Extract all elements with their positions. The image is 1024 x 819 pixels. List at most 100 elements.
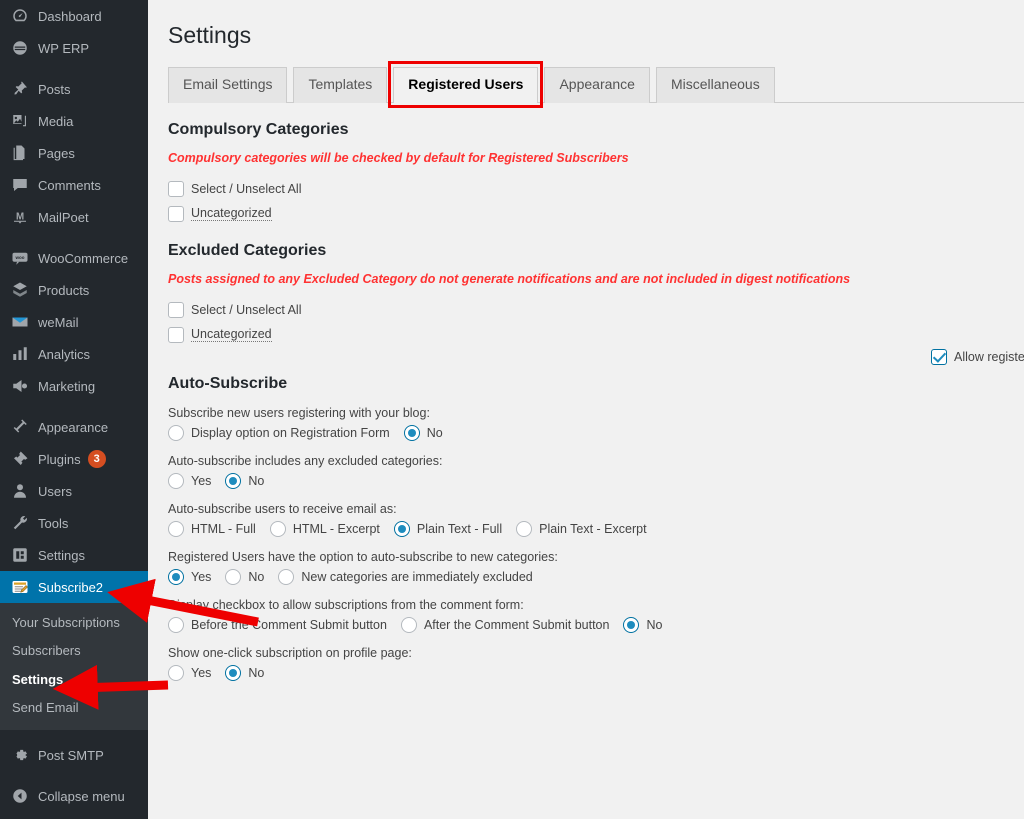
submenu-item-settings[interactable]: Settings bbox=[0, 666, 148, 694]
sidebar-item-dashboard[interactable]: Dashboard bbox=[0, 0, 148, 32]
svg-text:M: M bbox=[16, 211, 24, 222]
sidebar-item-label: Post SMTP bbox=[38, 747, 104, 763]
radio-button[interactable] bbox=[168, 664, 184, 681]
radio-button[interactable] bbox=[168, 520, 184, 537]
allow-registered-checkbox[interactable] bbox=[931, 349, 947, 365]
allow-registered-subscribe-row[interactable]: Allow registered users to subscribe to e… bbox=[931, 349, 1024, 365]
radio-option-no[interactable]: No bbox=[225, 472, 265, 489]
radio-button[interactable] bbox=[168, 424, 184, 441]
sidebar-item-marketing[interactable]: Marketing bbox=[0, 370, 148, 402]
sidebar-item-label: MailPoet bbox=[38, 209, 89, 225]
excluded-category-checkbox[interactable] bbox=[168, 326, 184, 343]
excluded-categories-heading: Excluded Categories bbox=[168, 241, 327, 259]
compulsory-category-label: Select / Unselect All bbox=[191, 181, 302, 196]
radio-button[interactable] bbox=[225, 472, 242, 489]
submenu-item-send-email[interactable]: Send Email bbox=[0, 694, 148, 722]
sidebar-item-media[interactable]: Media bbox=[0, 105, 148, 137]
radio-option-no[interactable]: No bbox=[623, 616, 662, 633]
tab-miscellaneous[interactable]: Miscellaneous bbox=[655, 67, 775, 103]
excluded-category-label: Select / Unselect All bbox=[191, 302, 302, 317]
excluded-category-row[interactable]: Uncategorized bbox=[168, 326, 1024, 343]
sidebar-item-products[interactable]: Products bbox=[0, 274, 148, 306]
radio-button[interactable] bbox=[278, 568, 295, 585]
radio-button[interactable] bbox=[393, 520, 410, 537]
radio-option-html-full[interactable]: HTML - Full bbox=[168, 520, 256, 537]
sidebar-item-post-smtp[interactable]: Post SMTP bbox=[0, 739, 148, 771]
radio-option-no[interactable]: No bbox=[225, 664, 264, 681]
auto-subscribe-radio-row: Display option on Registration Form No bbox=[168, 424, 1024, 441]
radio-button[interactable] bbox=[403, 424, 420, 441]
radio-button[interactable] bbox=[225, 664, 242, 681]
settings-icon bbox=[10, 545, 30, 565]
products-icon bbox=[10, 280, 30, 300]
sidebar-item-plugins[interactable]: Plugins 3 bbox=[0, 443, 148, 475]
radio-button[interactable] bbox=[400, 616, 417, 633]
radio-option-plain-text-excerpt[interactable]: Plain Text - Excerpt bbox=[516, 520, 647, 537]
radio-option-yes[interactable]: Yes bbox=[168, 568, 211, 585]
compulsory-category-checkbox[interactable] bbox=[168, 180, 184, 197]
menu-separator bbox=[0, 812, 148, 819]
excluded-category-row[interactable]: Select / Unselect All bbox=[168, 301, 1024, 318]
sidebar-item-wp-erp[interactable]: WP ERP bbox=[0, 32, 148, 64]
tab-email-settings[interactable]: Email Settings bbox=[168, 67, 288, 103]
radio-option-label: No bbox=[248, 473, 265, 488]
sidebar-item-woocommerce[interactable]: woo WooCommerce bbox=[0, 242, 148, 274]
radio-button[interactable] bbox=[168, 616, 184, 633]
auto-subscribe-radio-row: Yes No bbox=[168, 472, 1024, 489]
radio-option-label: HTML - Full bbox=[191, 521, 256, 536]
radio-option-label: Yes bbox=[191, 665, 212, 680]
submenu-item-your-subscriptions[interactable]: Your Subscriptions bbox=[0, 609, 148, 637]
radio-option-html-excerpt[interactable]: HTML - Excerpt bbox=[269, 520, 380, 537]
sidebar-item-label: Marketing bbox=[38, 378, 96, 394]
radio-option-display-option-on-registration-form[interactable]: Display option on Registration Form bbox=[168, 424, 390, 441]
sidebar-item-subscribe2[interactable]: Subscribe2 bbox=[0, 571, 148, 603]
radio-option-no[interactable]: No bbox=[403, 424, 443, 441]
tab-registered-users[interactable]: Registered Users bbox=[393, 67, 539, 103]
sidebar-item-tools[interactable]: Tools bbox=[0, 507, 148, 539]
sidebar-item-settings[interactable]: Settings bbox=[0, 539, 148, 571]
sidebar-item-analytics[interactable]: Analytics bbox=[0, 338, 148, 370]
radio-option-after-the-comment-submit-button[interactable]: After the Comment Submit button bbox=[400, 616, 609, 633]
radio-option-new-categories-are-immediately-excluded[interactable]: New categories are immediately excluded bbox=[278, 568, 533, 585]
pin-icon bbox=[10, 79, 30, 99]
radio-option-label: Plain Text - Excerpt bbox=[539, 521, 647, 536]
radio-button[interactable] bbox=[168, 568, 184, 585]
radio-button[interactable] bbox=[623, 616, 640, 633]
compulsory-category-row[interactable]: Uncategorized bbox=[168, 205, 1024, 222]
subscribe2-submenu: Your Subscriptions Subscribers Settings Sen… bbox=[0, 603, 148, 730]
sidebar-item-wemail[interactable]: weMail bbox=[0, 306, 148, 338]
radio-button[interactable] bbox=[269, 520, 286, 537]
radio-button[interactable] bbox=[225, 568, 242, 585]
sidebar-item-label: WP ERP bbox=[38, 40, 90, 56]
radio-option-before-the-comment-submit-button[interactable]: Before the Comment Submit button bbox=[168, 616, 387, 633]
wemail-icon bbox=[10, 312, 30, 332]
radio-button[interactable] bbox=[516, 520, 533, 537]
tab-appearance[interactable]: Appearance bbox=[544, 67, 650, 103]
sidebar-item-collapse-menu[interactable]: Collapse menu bbox=[0, 780, 148, 812]
compulsory-category-checkbox[interactable] bbox=[168, 205, 184, 222]
sidebar-item-pages[interactable]: Pages bbox=[0, 137, 148, 169]
radio-option-yes[interactable]: Yes bbox=[168, 472, 211, 489]
sidebar-item-posts[interactable]: Posts bbox=[0, 73, 148, 105]
sidebar-item-mailpoet[interactable]: M MailPoet bbox=[0, 201, 148, 233]
sidebar-item-label: Settings bbox=[38, 547, 85, 563]
excluded-category-checkbox[interactable] bbox=[168, 301, 184, 318]
radio-option-plain-text-full[interactable]: Plain Text - Full bbox=[393, 520, 502, 537]
compulsory-category-row[interactable]: Select / Unselect All bbox=[168, 180, 1024, 197]
radio-option-label: New categories are immediately excluded bbox=[301, 569, 533, 584]
collapse-icon bbox=[10, 786, 30, 806]
radio-option-no[interactable]: No bbox=[225, 568, 264, 585]
settings-tab-bar: Email Settings Templates Registered Users A… bbox=[168, 61, 1024, 108]
sidebar-item-label: Collapse menu bbox=[38, 788, 125, 804]
sidebar-item-comments[interactable]: Comments bbox=[0, 169, 148, 201]
wp-admin-screen: Dashboard WP ERP Posts Media Pages Comments M M… bbox=[0, 0, 1024, 819]
tab-templates[interactable]: Templates bbox=[293, 67, 388, 103]
admin-menu-footer: Post SMTP Collapse menu bbox=[0, 730, 148, 819]
submenu-item-subscribers[interactable]: Subscribers bbox=[0, 637, 148, 665]
sidebar-item-users[interactable]: Users bbox=[0, 475, 148, 507]
radio-button[interactable] bbox=[168, 472, 184, 489]
auto-subscribe-heading: Auto-Subscribe bbox=[168, 374, 288, 392]
sidebar-item-appearance[interactable]: Appearance bbox=[0, 411, 148, 443]
radio-option-yes[interactable]: Yes bbox=[168, 664, 212, 681]
auto-subscribe-group-label: Registered Users have the option to auto… bbox=[168, 549, 558, 564]
